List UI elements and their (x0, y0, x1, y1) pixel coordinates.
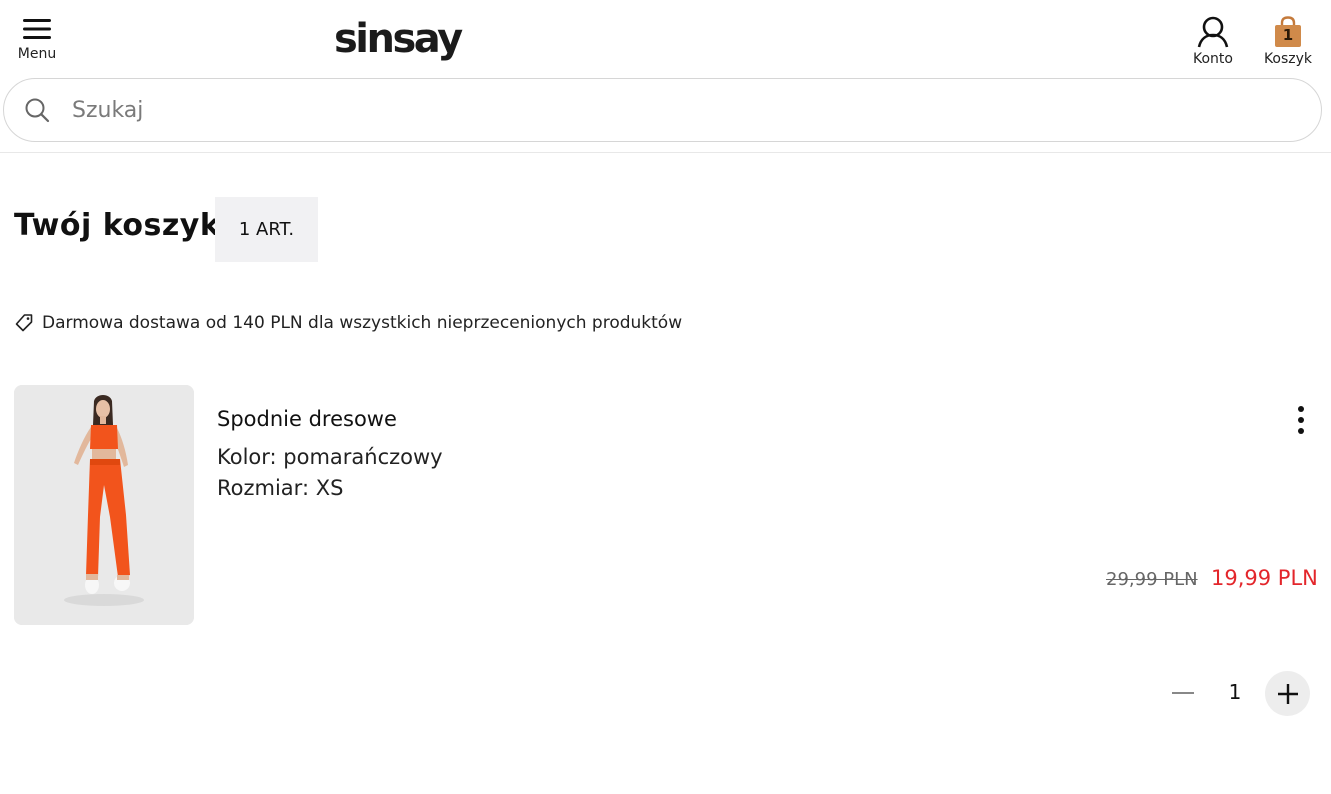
hamburger-icon (23, 19, 51, 39)
more-vertical-icon-dot (1298, 428, 1304, 434)
items-count-badge: 1 ART. (215, 197, 318, 262)
site-header: Menu sinsay Konto 1 Koszyk (0, 0, 1331, 153)
more-options-button[interactable] (1286, 400, 1316, 440)
menu-button[interactable]: Menu (12, 16, 62, 68)
menu-label: Menu (17, 46, 57, 62)
product-image[interactable] (14, 385, 194, 625)
more-vertical-icon-dot (1298, 417, 1304, 423)
search-bar (3, 78, 1322, 142)
cart-label: Koszyk (1263, 51, 1313, 67)
free-delivery-notice: Darmowa dostawa od 140 PLN dla wszystkic… (14, 313, 682, 333)
cart-bag: 1 (1273, 16, 1303, 48)
increase-quantity-button[interactable] (1265, 671, 1310, 716)
promo-text: Darmowa dostawa od 140 PLN dla wszystkic… (42, 313, 683, 333)
account-button[interactable]: Konto (1186, 16, 1240, 67)
minus-icon (1172, 692, 1194, 694)
old-price: 29,99 PLN (1106, 569, 1198, 590)
user-icon (1197, 16, 1229, 48)
logo[interactable]: sinsay (334, 16, 463, 62)
quantity-value: 1 (1228, 680, 1242, 704)
cart-title: Twój koszyk (14, 208, 221, 243)
account-label: Konto (1193, 51, 1233, 67)
tag-icon (15, 314, 33, 332)
decrease-quantity-button[interactable] (1162, 671, 1204, 715)
cart-button[interactable]: 1 Koszyk (1258, 16, 1318, 67)
sale-price: 19,99 PLN (1211, 566, 1318, 590)
product-name[interactable]: Spodnie dresowe (217, 407, 397, 431)
product-photo (14, 385, 194, 625)
search-icon[interactable] (24, 97, 50, 123)
cart-count: 1 (1282, 26, 1294, 44)
more-vertical-icon (1298, 406, 1304, 412)
product-color: Kolor: pomarańczowy (217, 445, 443, 469)
search-input[interactable] (72, 97, 1272, 123)
plus-icon (1277, 683, 1298, 704)
product-size: Rozmiar: XS (217, 476, 344, 500)
